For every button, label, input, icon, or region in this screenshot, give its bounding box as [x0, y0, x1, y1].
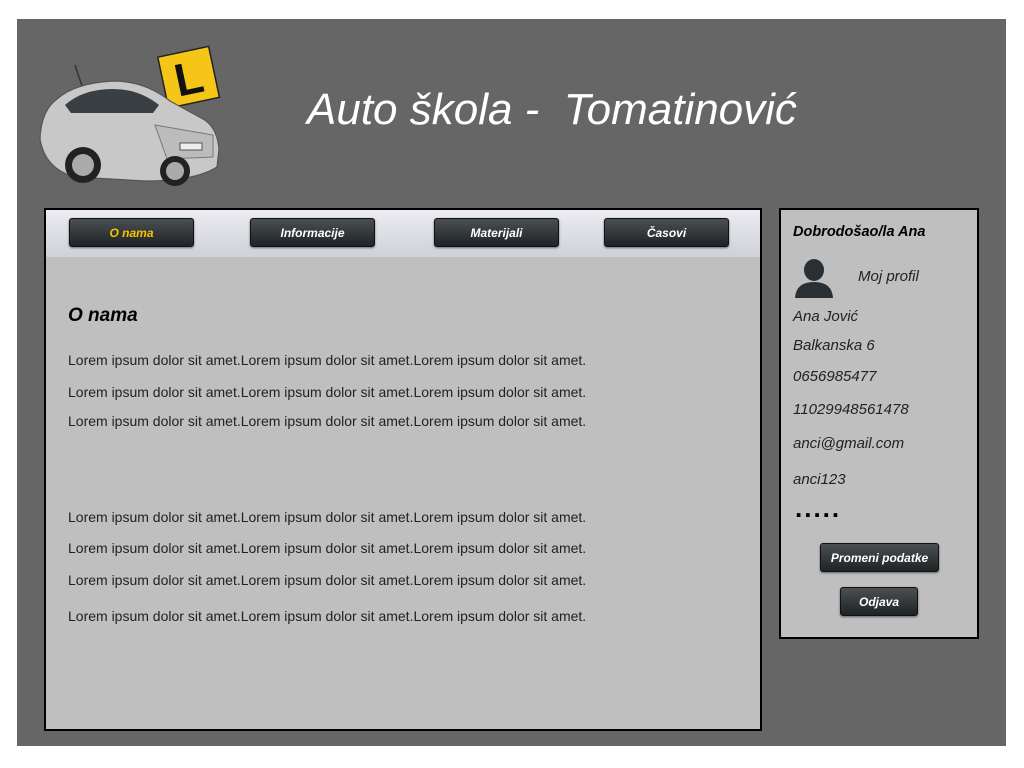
user-id-number: 11029948561478: [793, 401, 909, 418]
welcome-text: Dobrodošao/la Ana: [793, 224, 926, 240]
logout-button[interactable]: Odjava: [840, 587, 918, 616]
nav-casovi-button[interactable]: Časovi: [604, 218, 729, 247]
paragraph: Lorem ipsum dolor sit amet.Lorem ipsum d…: [68, 608, 587, 624]
paragraph: Lorem ipsum dolor sit amet.Lorem ipsum d…: [68, 384, 587, 400]
user-avatar-icon: [795, 259, 833, 298]
user-email: anci@gmail.com: [793, 435, 905, 452]
user-password-mask: .....: [795, 493, 842, 523]
nav-informacije-button[interactable]: Informacije: [250, 218, 375, 247]
paragraph: Lorem ipsum dolor sit amet.Lorem ipsum d…: [68, 509, 587, 525]
user-name: Ana Jović: [793, 308, 859, 325]
my-profile-link[interactable]: Moj profil: [858, 268, 919, 285]
nav-bar: O nama Informacije Materijali Časovi: [46, 210, 760, 257]
paragraph: Lorem ipsum dolor sit amet.Lorem ipsum d…: [68, 540, 587, 556]
car-logo: L: [39, 45, 221, 186]
section-title: O nama: [68, 305, 138, 326]
main-content-panel: O nama Informacije Materijali Časovi O n…: [44, 208, 762, 731]
paragraph: Lorem ipsum dolor sit amet.Lorem ipsum d…: [68, 352, 587, 368]
paragraph: Lorem ipsum dolor sit amet.Lorem ipsum d…: [68, 572, 587, 588]
user-address: Balkanska 6: [793, 337, 875, 354]
page-frame: L Auto škola - Tomatinović O nama Inform…: [17, 19, 1006, 746]
user-phone: 0656985477: [793, 368, 877, 385]
user-sidebar: Dobrodošao/la Ana Moj profil Ana Jović B…: [779, 208, 979, 639]
change-data-button[interactable]: Promeni podatke: [820, 543, 939, 572]
nav-o-nama-button[interactable]: O nama: [69, 218, 194, 247]
paragraph: Lorem ipsum dolor sit amet.Lorem ipsum d…: [68, 413, 587, 429]
site-title: Auto škola - Tomatinović: [307, 85, 797, 134]
user-username: anci123: [793, 471, 846, 488]
nav-materijali-button[interactable]: Materijali: [434, 218, 559, 247]
